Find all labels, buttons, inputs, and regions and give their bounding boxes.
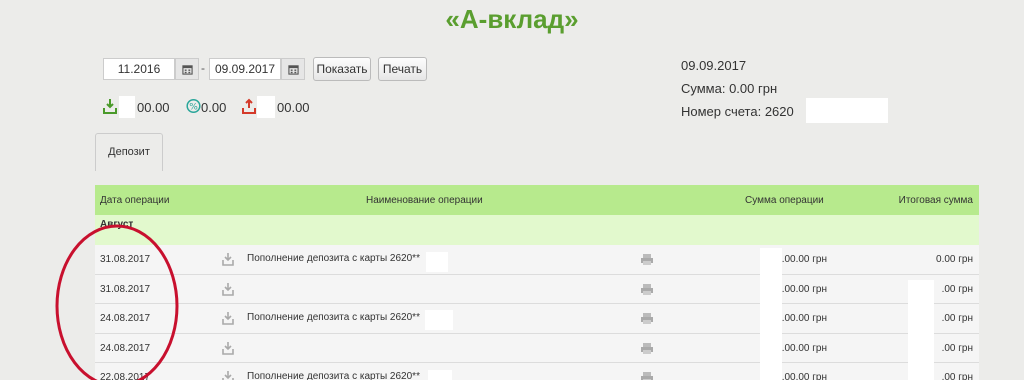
deposit-icon (222, 253, 234, 266)
deposit-icon (222, 371, 234, 380)
calendar-icon (287, 64, 299, 75)
deposit-icon (222, 341, 234, 355)
redaction-mask (908, 280, 934, 380)
printer-icon[interactable] (640, 342, 654, 355)
annotation-ellipse (55, 224, 179, 380)
info-account: Номер счета: 2620 (681, 104, 794, 119)
svg-text:%: % (189, 103, 198, 113)
deposit-icon (222, 282, 234, 296)
withdrawn-mask (257, 96, 275, 118)
row-total: .00 грн (941, 313, 973, 324)
info-date: 09.09.2017 (681, 58, 747, 73)
table-row[interactable]: 31.08.2017 Пополнение депозита с карты 2… (95, 245, 979, 275)
row-total: 0.00 грн (936, 254, 973, 265)
redaction-mask (426, 252, 448, 272)
redaction-mask (425, 310, 453, 330)
page-title: «А-вклад» (445, 4, 579, 34)
table-row[interactable]: 24.08.2017 .00.00 грн .00 грн (95, 333, 979, 363)
interest-amount: 0.00 (201, 100, 227, 115)
redaction-mask (428, 370, 452, 380)
row-name: Пополнение депозита с карты 2620** (247, 371, 420, 380)
operations-table: Дата операции Наименование операции Сумм… (95, 185, 979, 380)
account-mask (806, 98, 888, 123)
print-button[interactable]: Печать (378, 57, 427, 81)
deposit-icon (103, 99, 117, 114)
printer-icon[interactable] (640, 312, 654, 325)
printer-icon[interactable] (640, 283, 654, 296)
printer-icon[interactable] (640, 371, 654, 380)
table-row[interactable]: 24.08.2017 Пополнение депозита с карты 2… (95, 304, 979, 334)
row-total: .00 грн (941, 283, 973, 295)
header-date: Дата операции (100, 195, 170, 206)
header-total: Итоговая сумма (898, 195, 973, 206)
date-to-calendar-button[interactable] (281, 58, 305, 80)
date-separator: - (201, 61, 205, 75)
date-from-input[interactable]: 11.2016 (103, 58, 175, 80)
row-total: .00 грн (941, 372, 973, 380)
calendar-icon (181, 64, 193, 75)
date-from-calendar-button[interactable] (175, 58, 199, 80)
group-row: Август (95, 215, 979, 245)
percent-icon: % (186, 98, 201, 114)
row-total: .00 грн (941, 342, 973, 354)
table-row[interactable]: 31.08.2017 .00.00 грн .00 грн (95, 274, 979, 304)
row-amount: .00.00 грн (781, 254, 827, 265)
redaction-mask (760, 248, 782, 380)
header-amount: Сумма операции (745, 195, 824, 206)
header-name: Наименование операции (366, 195, 483, 206)
row-amount: .00.00 грн (781, 372, 827, 380)
row-name: Пополнение депозита с карты 2620** (247, 312, 420, 323)
row-amount: .00.00 грн (781, 313, 827, 324)
table-header: Дата операции Наименование операции Сумм… (95, 185, 979, 215)
date-to-input[interactable]: 09.09.2017 (209, 58, 281, 80)
deposit-icon (222, 312, 234, 325)
show-button[interactable]: Показать (313, 57, 371, 81)
printer-icon[interactable] (640, 253, 654, 266)
row-amount: .00.00 грн (781, 283, 827, 295)
withdraw-icon (242, 98, 256, 114)
deposited-amount: 00.00 (137, 100, 170, 115)
table-row[interactable]: 22.08.2017 Пополнение депозита с карты 2… (95, 363, 979, 380)
row-amount: .00.00 грн (781, 342, 827, 354)
deposited-mask (119, 96, 135, 118)
tab-deposit[interactable]: Депозит (95, 133, 163, 171)
info-sum: Сумма: 0.00 грн (681, 81, 778, 96)
withdrawn-amount: 00.00 (277, 100, 310, 115)
row-name: Пополнение депозита с карты 2620** (247, 253, 420, 264)
